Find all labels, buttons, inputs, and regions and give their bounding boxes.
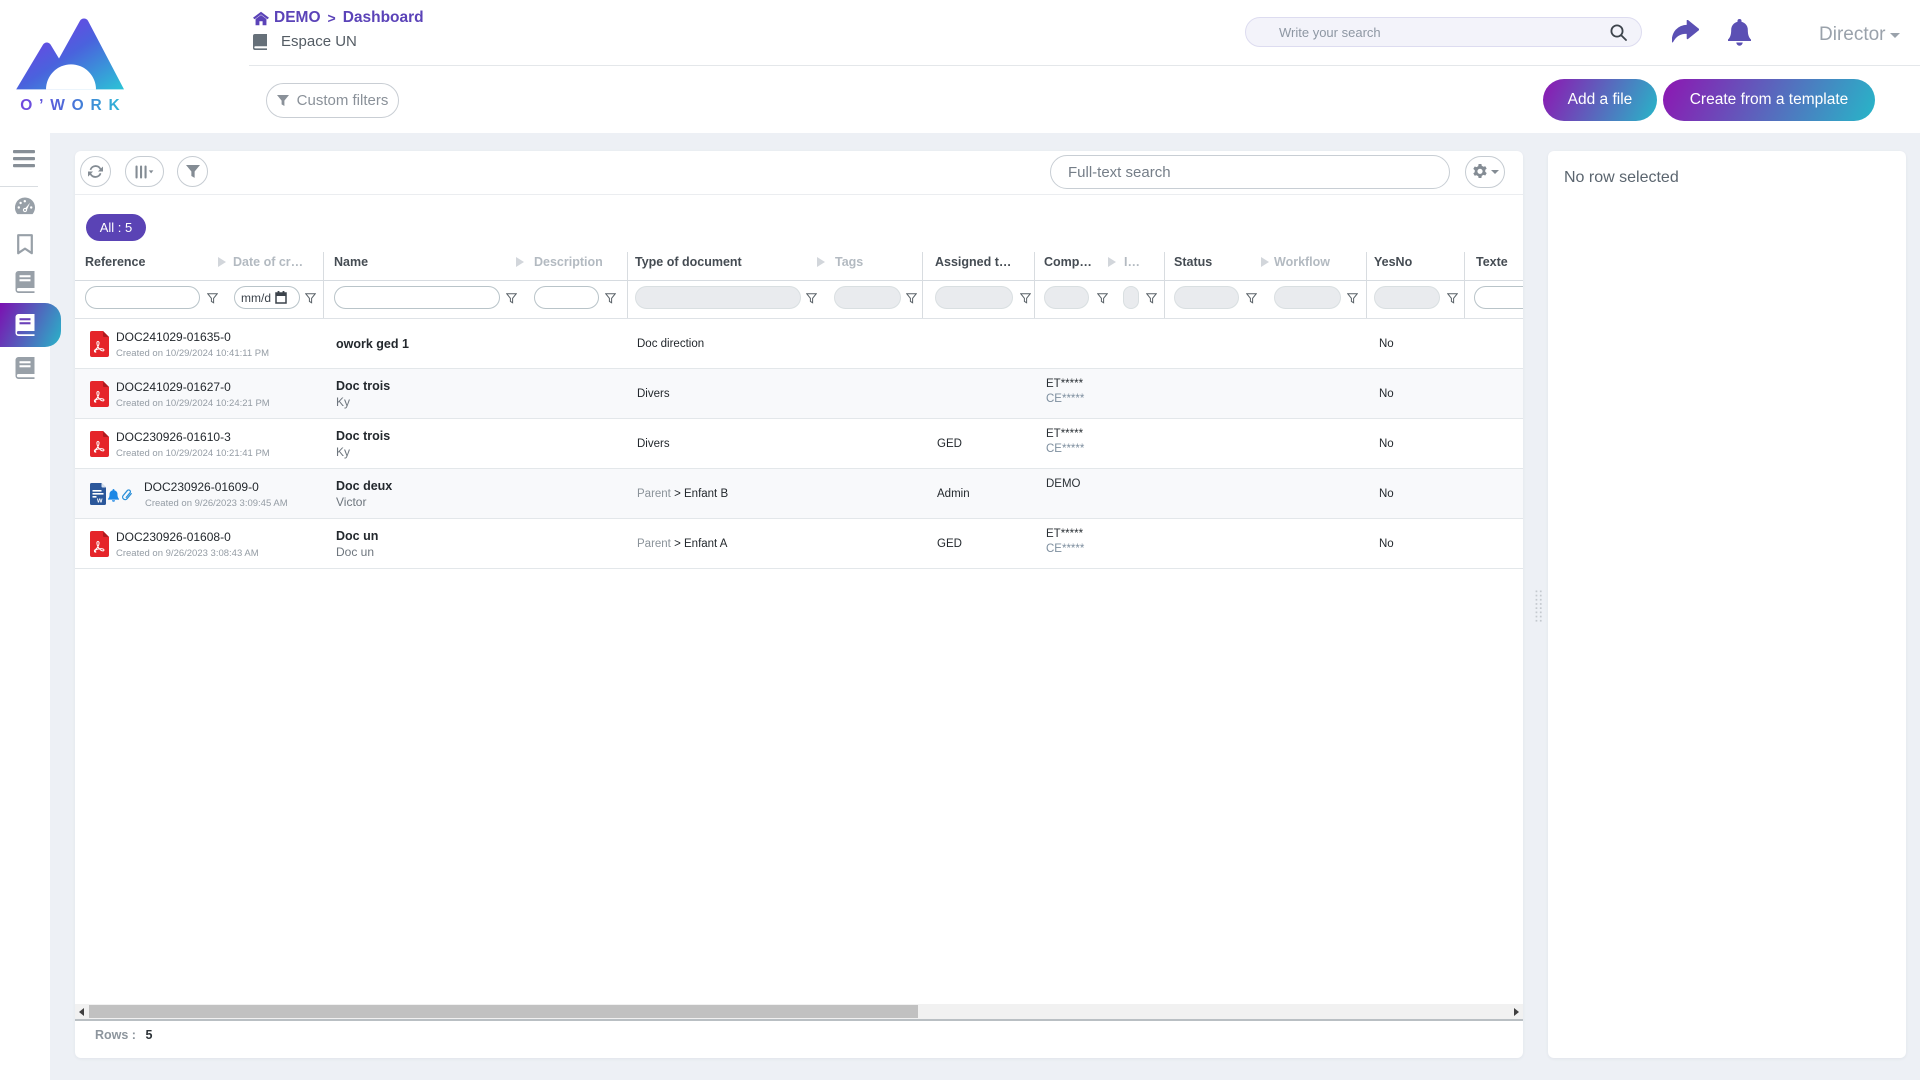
svg-text:w: w: [96, 498, 103, 505]
